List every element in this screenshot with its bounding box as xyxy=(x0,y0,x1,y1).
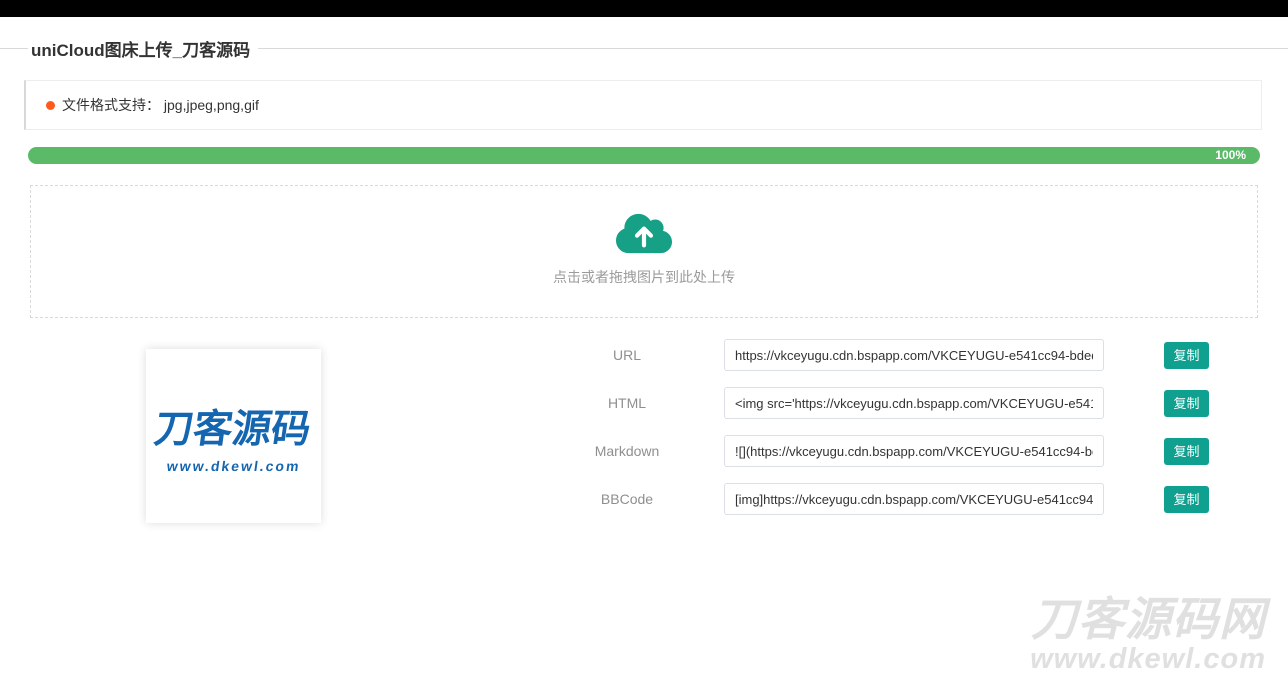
link-row-url: URL 复制 xyxy=(0,339,1288,371)
link-row-bbcode: BBCode 复制 xyxy=(0,483,1288,515)
watermark-title: 刀客源码网 xyxy=(1030,596,1266,644)
html-input[interactable] xyxy=(724,387,1104,419)
copy-bbcode-button[interactable]: 复制 xyxy=(1164,486,1209,513)
copy-html-button[interactable]: 复制 xyxy=(1164,390,1209,417)
url-input[interactable] xyxy=(724,339,1104,371)
site-watermark: 刀客源码网 www.dkewl.com xyxy=(1030,596,1266,674)
markdown-label: Markdown xyxy=(557,435,697,467)
cloud-upload-icon xyxy=(616,211,672,256)
top-banner xyxy=(0,0,1288,17)
watermark-url: www.dkewl.com xyxy=(1030,644,1266,674)
link-row-markdown: Markdown 复制 xyxy=(0,435,1288,467)
url-label: URL xyxy=(557,339,697,371)
markdown-input[interactable] xyxy=(724,435,1104,467)
alert-dot-icon xyxy=(46,101,55,110)
progress-percent: 100% xyxy=(1215,147,1246,164)
upload-dropzone[interactable]: 点击或者拖拽图片到此处上传 xyxy=(30,185,1258,318)
bbcode-label: BBCode xyxy=(557,483,697,515)
page-title-row: uniCloud图床上传_刀客源码 xyxy=(0,36,1288,61)
copy-url-button[interactable]: 复制 xyxy=(1164,342,1209,369)
link-row-html: HTML 复制 xyxy=(0,387,1288,419)
upload-hint-text: 点击或者拖拽图片到此处上传 xyxy=(553,267,735,287)
format-alert: 文件格式支持： jpg,jpeg,png,gif xyxy=(24,80,1262,130)
upload-progress-bar: 100% xyxy=(28,147,1260,164)
page: uniCloud图床上传_刀客源码 文件格式支持： jpg,jpeg,png,g… xyxy=(0,0,1288,675)
alert-text: 文件格式支持： jpg,jpeg,png,gif xyxy=(62,95,259,115)
page-title: uniCloud图床上传_刀客源码 xyxy=(28,36,252,61)
html-label: HTML xyxy=(557,387,697,419)
bbcode-input[interactable] xyxy=(724,483,1104,515)
copy-markdown-button[interactable]: 复制 xyxy=(1164,438,1209,465)
